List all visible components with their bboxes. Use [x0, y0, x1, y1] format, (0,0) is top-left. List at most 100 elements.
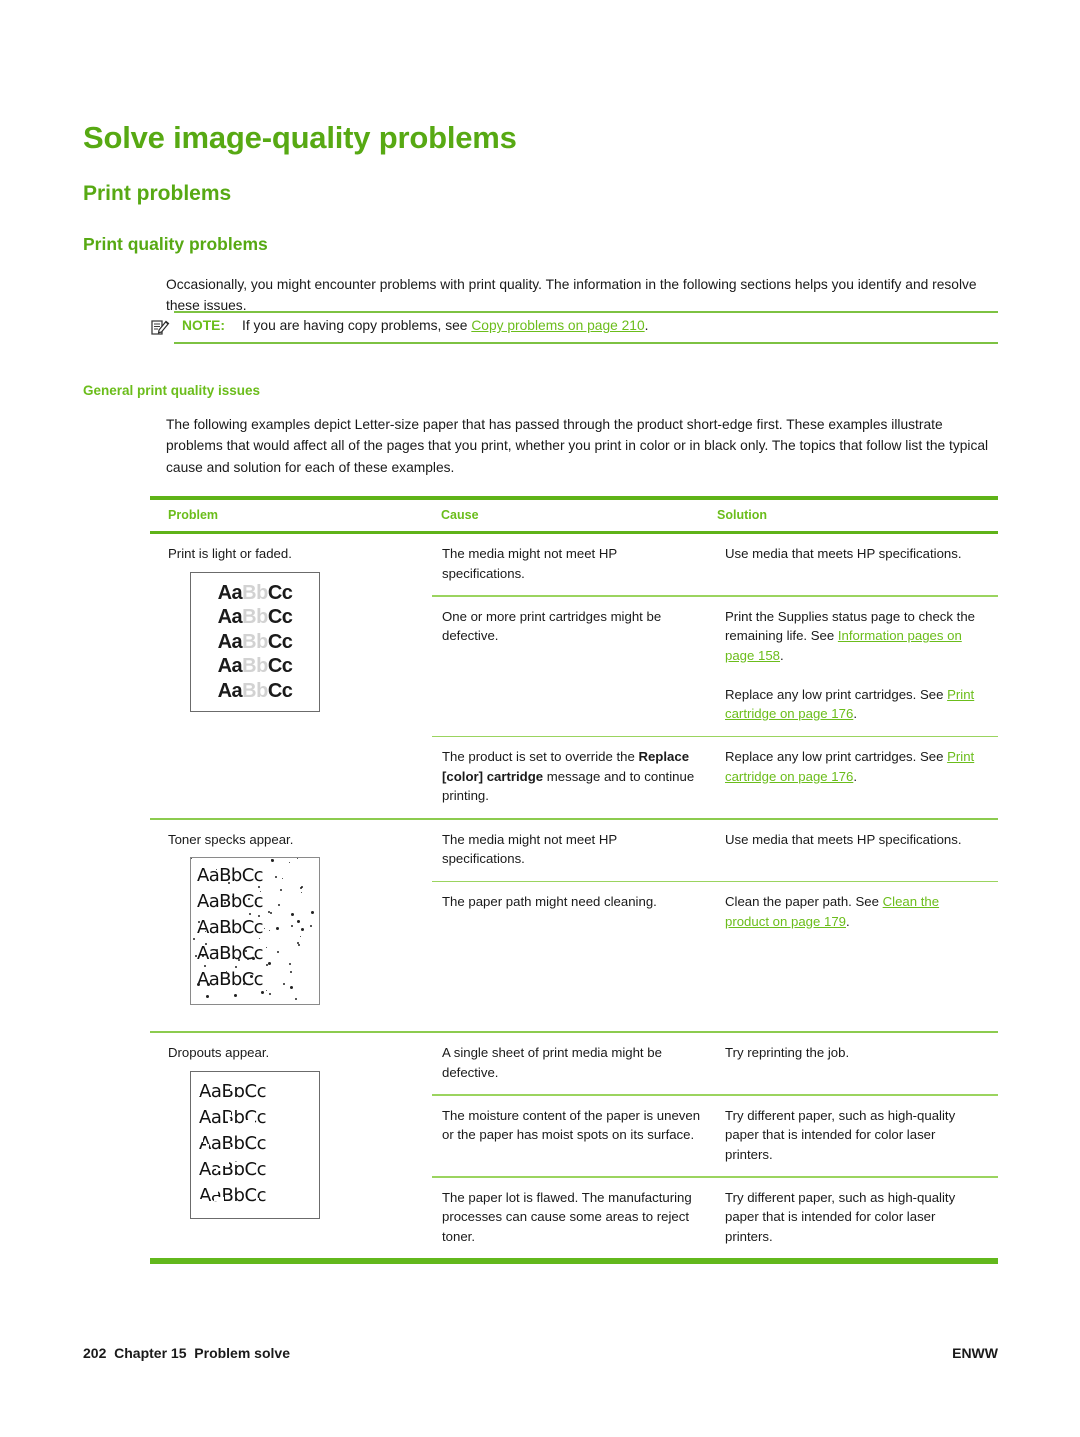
toner-speck — [206, 995, 209, 998]
sample-dark-left: Aa — [217, 679, 243, 702]
dropout-void — [302, 1158, 306, 1164]
table-bottom-rule — [150, 1258, 998, 1264]
toner-speck — [248, 898, 250, 900]
toner-speck — [193, 938, 195, 940]
dropout-void — [214, 1196, 224, 1201]
dropout-void — [225, 1111, 231, 1117]
dropout-void — [206, 1143, 209, 1147]
table-cell-solution: Try reprinting the job. — [725, 1045, 850, 1060]
table-cell-cause: The paper lot is flawed. The manufacturi… — [442, 1189, 692, 1244]
sample-text-line: AaBbCc — [191, 581, 319, 606]
problem-label: Print is light or faded. — [168, 546, 292, 561]
note-text-after: . — [644, 318, 649, 333]
table-cell-solution: Print the Supplies status page to check … — [725, 608, 975, 722]
sample-text-line: AaBbCc — [191, 679, 319, 704]
sample-dark-right: Cc — [267, 606, 293, 628]
crossref-link[interactable]: Clean the product on page 179 — [725, 894, 939, 929]
footer-right-label: ENWW — [952, 1345, 998, 1361]
toner-speck — [252, 957, 255, 960]
toner-speck — [297, 858, 298, 859]
document-page: Solve image-quality problems Print probl… — [0, 0, 1080, 1437]
crossref-link[interactable]: Information pages on page 158 — [725, 628, 962, 663]
toner-speck — [291, 925, 293, 927]
table-row: The media might not meet HP specificatio… — [432, 820, 998, 881]
note-text: If you are having copy problems, see Cop… — [242, 318, 649, 333]
toner-speck — [261, 991, 264, 994]
dropout-void — [248, 1119, 255, 1126]
table-row: The media might not meet HP specificatio… — [432, 534, 998, 595]
sample-dark-right: Cc — [267, 581, 293, 604]
toner-speck — [301, 928, 304, 931]
dropout-void — [196, 1198, 204, 1202]
table-row: The paper path might need cleaning. Clean… — [432, 882, 998, 943]
toner-speck — [207, 983, 210, 986]
table-section: Print is light or faded. AaBbCc AaBbCc AaBb… — [150, 534, 998, 818]
section-heading-print-problems: Print problems — [83, 182, 232, 206]
table-cell-problem: Dropouts appear. AaBbCc AaBbCc AaBbCc AaBbCc… — [150, 1033, 432, 1258]
table-cell-problem: Print is light or faded. AaBbCc AaBbCc AaBb… — [150, 534, 432, 818]
toner-speck — [202, 955, 204, 957]
table-section: Toner specks appear. AaBbCc AaBbCc AaBbCc Aa… — [150, 820, 998, 1032]
table-row: The product is set to override the Repla… — [432, 737, 998, 818]
toner-speck — [258, 915, 260, 917]
toner-speck — [234, 994, 237, 997]
toner-speck — [290, 971, 292, 973]
dropout-void — [196, 1135, 203, 1142]
table-cell-cause: The paper path might need cleaning. — [442, 894, 657, 909]
dropout-void — [289, 1114, 294, 1117]
column-header-solution: Solution — [717, 508, 767, 522]
toner-speck — [238, 959, 240, 961]
toner-speck — [191, 858, 192, 859]
footer-page-number: 202 — [83, 1345, 107, 1361]
emphasis-text: Replace [color] cartridge — [442, 749, 690, 784]
crossref-link[interactable]: Print cartridge on page 176 — [725, 687, 974, 722]
toner-speck — [232, 896, 233, 897]
toner-speck — [250, 975, 253, 978]
toner-speck — [268, 962, 271, 965]
table-cell-problem: Toner specks appear. AaBbCc AaBbCc AaBbCc Aa… — [150, 820, 432, 1032]
toner-speck — [300, 936, 301, 937]
toner-speck — [249, 913, 251, 915]
sample-text-line: AaBbCc — [199, 1080, 267, 1102]
sample-dark-right: Cc — [267, 655, 293, 677]
crossref-link[interactable]: Print cartridge on page 176 — [725, 749, 974, 784]
toner-speck — [264, 928, 265, 929]
toner-speck — [243, 983, 245, 985]
sample-text-line: AaBbCc — [197, 943, 264, 964]
problem-label: Dropouts appear. — [168, 1045, 270, 1060]
table-section: Dropouts appear. AaBbCc AaBbCc AaBbCc AaBbCc… — [150, 1033, 998, 1258]
toner-speck — [301, 892, 302, 893]
sample-faded-mid: Bb — [242, 606, 268, 628]
sample-faded-mid: Bb — [242, 630, 268, 653]
dropout-void — [230, 1104, 238, 1110]
toner-speck — [255, 901, 257, 903]
toner-speck — [270, 912, 272, 914]
table-cell-solution: Try different paper, such as high-qualit… — [725, 1189, 956, 1244]
table-header-row: Problem Cause Solution — [150, 500, 998, 531]
toner-speck — [276, 927, 279, 930]
note-rule-bottom — [174, 342, 998, 344]
toner-speck — [247, 958, 249, 960]
sample-faded-mid: Bb — [242, 679, 268, 702]
toner-speck — [289, 963, 291, 965]
toner-speck — [224, 902, 226, 904]
note-crossref-link[interactable]: Copy problems on page 210 — [471, 318, 644, 333]
dropout-void — [249, 1130, 254, 1134]
table-row: The paper lot is flawed. The manufacturi… — [432, 1178, 998, 1259]
table-section-rows: A single sheet of print media might be d… — [432, 1033, 998, 1258]
dropout-void — [232, 1159, 235, 1162]
sample-dark-left: Aa — [217, 655, 243, 677]
toner-speck — [205, 943, 207, 945]
dropout-void — [298, 1152, 305, 1159]
note-callout: NOTE: If you are having copy problems, s… — [150, 311, 998, 344]
toner-speck — [291, 913, 294, 916]
table-cell-solution: Try different paper, such as high-qualit… — [725, 1107, 956, 1162]
subsection-heading-print-quality-problems: Print quality problems — [83, 233, 268, 254]
sample-text-line: AaBbCc — [197, 891, 264, 912]
table-cell-cause: The media might not meet HP specificatio… — [442, 831, 617, 867]
sample-text-line: AaBbCc — [191, 654, 319, 679]
toner-speck — [277, 951, 279, 953]
dropout-void — [276, 1099, 283, 1103]
dropout-void — [256, 1197, 259, 1200]
sample-text-line: AaBbCc — [199, 1106, 267, 1128]
